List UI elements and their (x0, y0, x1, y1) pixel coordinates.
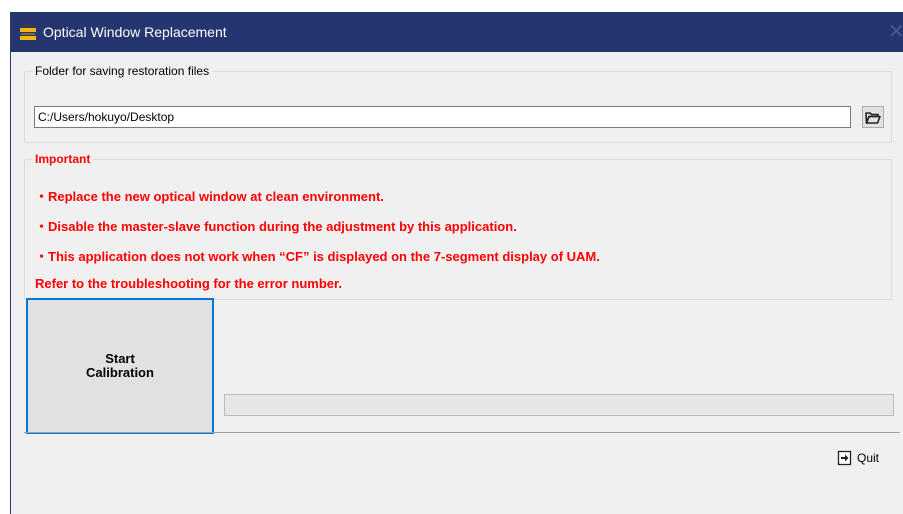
folder-group-label: Folder for saving restoration files (35, 64, 210, 78)
important-line: ・Replace the new optical window at clean… (35, 189, 384, 204)
close-icon[interactable]: ✕ (888, 20, 903, 44)
important-line: ・This application does not work when “CF… (35, 249, 600, 264)
app-window: Optical Window Replacement ✕ Folder for … (10, 12, 903, 514)
important-line: Refer to the troubleshooting for the err… (35, 276, 342, 291)
start-calibration-button[interactable]: Start Calibration (26, 298, 214, 434)
calibration-progress-bar (224, 394, 894, 416)
title-bar: Optical Window Replacement ✕ (11, 12, 903, 52)
folder-open-icon (865, 112, 881, 124)
folder-group: Folder for saving restoration files (24, 64, 892, 143)
app-icon (19, 23, 37, 41)
window-title: Optical Window Replacement (43, 24, 227, 40)
exit-icon (837, 450, 852, 466)
folder-path-input[interactable] (34, 106, 851, 128)
important-line: ・Disable the master-slave function durin… (35, 219, 517, 234)
quit-button[interactable]: Quit (837, 446, 893, 470)
browse-folder-button[interactable] (862, 106, 884, 128)
important-label: Important (35, 152, 91, 166)
divider (24, 432, 900, 433)
quit-label: Quit (857, 451, 880, 465)
important-group: Important ・Replace the new optical windo… (24, 152, 892, 300)
